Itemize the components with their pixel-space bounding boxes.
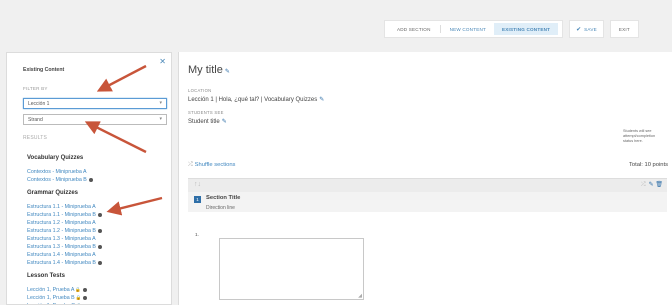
status-dot-icon [88,177,93,182]
result-item-label: Estructura 1.1 - Miniprueba B [27,212,96,218]
filter-by-label: FILTER BY [23,86,48,91]
close-icon[interactable]: ✕ [159,57,166,66]
results-category-heading: Vocabulary Quizzes [27,155,84,161]
result-item-label: Estructura 1.3 - Miniprueba A [27,236,96,242]
trash-icon[interactable]: 🗑 [655,182,663,188]
result-item[interactable]: Estructura 1.4 - Miniprueba B [27,259,167,267]
result-item[interactable]: Estructura 1.4 - Miniprueba A [27,251,167,259]
strand-filter-value: Strand [28,117,43,123]
strand-filter-select[interactable]: Strand ▾ [23,114,167,125]
results-category-heading: Grammar Quizzes [27,190,79,196]
status-dot-icon [97,260,102,265]
result-item[interactable]: Estructura 1.1 - Miniprueba A [27,203,167,211]
result-item-label: Estructura 1.2 - Miniprueba A [27,220,96,226]
result-item[interactable]: Contextos - Miniprueba B [27,176,167,184]
resize-handle-icon[interactable]: ◢ [358,293,362,299]
shuffle-label: Shuffle sections [194,162,236,168]
section-toolbar: ↑↓ ⤮ ✎ 🗑 [188,178,667,192]
results-list: Vocabulary Quizzes Contextos - Miniprueba… [27,153,167,304]
status-note: Students will see attempt/completion sta… [623,129,656,143]
result-item[interactable]: Estructura 1.3 - Miniprueba A [27,235,167,243]
result-item[interactable]: Lección 1, Prueba A🔒 [27,286,167,294]
status-dot-icon [83,295,88,300]
result-item-label: Contextos - Miniprueba B [27,177,87,183]
existing-content-button[interactable]: EXISTING CONTENT [494,23,559,35]
result-item-label: Estructura 1.4 - Miniprueba B [27,260,96,266]
result-item-label: Estructura 1.1 - Miniprueba A [27,204,96,210]
status-dot-icon [97,228,102,233]
pencil-icon[interactable]: ✎ [649,182,654,188]
result-item[interactable]: Estructura 1.3 - Miniprueba B [27,243,167,251]
page-title[interactable]: My title ✎ [188,64,230,76]
results-category-heading: Lesson Tests [27,273,65,279]
result-item[interactable]: Estructura 1.1 - Miniprueba B [27,211,167,219]
section-number-badge: 1 [194,196,201,203]
lock-icon: 🔒 [75,287,82,292]
chevron-down-icon: ▾ [159,116,162,122]
chevron-down-icon: ▾ [159,100,162,106]
result-item[interactable]: Lección 1, Prueba B🔒 [27,294,167,302]
answer-textarea[interactable]: ◢ [219,238,364,300]
checkmark-icon: ✔ [576,26,582,33]
section-tools: ⤮ ✎ 🗑 [641,181,663,189]
panel-title: Existing Content [23,67,65,73]
lesson-filter-select[interactable]: Lección 1 ▾ [23,98,167,109]
results-label: RESULTS [23,135,48,141]
lock-icon: 🔒 [75,295,82,300]
section-direction-line: Direction line [206,205,235,211]
location-value: Lección 1 | Hola, ¿qué tal? | Vocabulary… [188,96,324,103]
save-button[interactable]: ✔ SAVE [569,20,604,38]
toolbar-divider [439,25,441,33]
content-editor: My title ✎ LOCATION Lección 1 | Hola, ¿qu… [178,52,672,305]
section-header: 1 Section Title Direction line [188,192,667,212]
students-see-value: Student title ✎ [188,118,227,125]
result-item-label: Estructura 1.2 - Miniprueba B [27,228,96,234]
pencil-icon[interactable]: ✎ [225,69,230,75]
shuffle-icon: ⤮ [188,162,193,168]
section-title: Section Title [206,195,241,201]
result-item-label: Estructura 1.3 - Miniprueba B [27,244,96,250]
lesson-filter-value: Lección 1 [28,101,50,107]
result-item[interactable]: Estructura 1.2 - Miniprueba B [27,227,167,235]
pencil-icon[interactable]: ✎ [222,119,227,125]
status-dot-icon [97,212,102,217]
result-item[interactable]: Estructura 1.2 - Miniprueba A [27,219,167,227]
location-label: LOCATION [188,88,212,93]
add-section-button[interactable]: ADD SECTION [389,23,439,35]
move-arrows-icon[interactable]: ↑↓ [194,181,201,188]
existing-content-panel: ✕ Existing Content FILTER BY Lección 1 ▾… [6,52,172,305]
save-label: SAVE [584,26,597,32]
location-text: Lección 1 | Hola, ¿qué tal? | Vocabulary… [188,97,318,103]
pencil-icon[interactable]: ✎ [319,97,324,103]
result-item-label: Lección 1, Prueba B [27,295,75,301]
students-see-label: STUDENTS SEE [188,110,224,115]
status-dot-icon [97,244,102,249]
result-item-label: Lección 1, Prueba A [27,287,75,293]
shuffle-icon[interactable]: ⤮ [641,182,646,188]
result-item-label: Contextos - Miniprueba A [27,169,87,175]
exit-button[interactable]: EXIT [609,20,639,38]
status-dot-icon [83,287,88,292]
content-tab-group: ADD SECTION NEW CONTENT EXISTING CONTENT [384,20,564,38]
question-number: 1. [195,233,200,238]
title-text: My title [188,64,223,76]
shuffle-sections-link[interactable]: ⤮ Shuffle sections [188,162,235,169]
students-see-text: Student title [188,119,220,125]
toolbar: ADD SECTION NEW CONTENT EXISTING CONTENT… [384,20,639,38]
result-item[interactable]: Contextos - Miniprueba A [27,168,167,176]
new-content-button[interactable]: NEW CONTENT [442,23,494,35]
result-item-label: Estructura 1.4 - Miniprueba A [27,252,96,258]
total-points: Total: 10 points [629,162,668,168]
exit-label: EXIT [618,26,630,32]
top-toolbar: ADD SECTION NEW CONTENT EXISTING CONTENT… [0,0,672,48]
